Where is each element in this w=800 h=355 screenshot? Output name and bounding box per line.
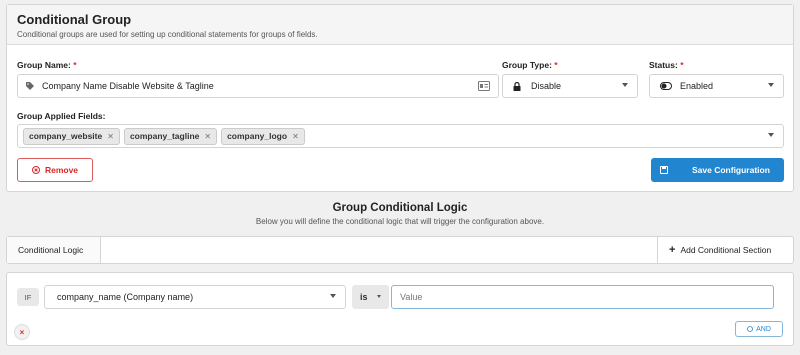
chevron-down-icon — [768, 83, 774, 87]
required-mark: * — [73, 60, 77, 70]
conditional-group-panel: Conditional Group Conditional groups are… — [6, 4, 794, 192]
group-name-value: Company Name Disable Website & Tagline — [42, 81, 214, 91]
id-card-icon — [478, 81, 490, 91]
applied-fields-multiselect[interactable]: company_website ✕ company_tagline ✕ compan… — [17, 124, 784, 148]
logic-title: Group Conditional Logic — [332, 202, 468, 214]
plus-icon: + — [669, 244, 676, 256]
remove-circle-icon — [31, 166, 40, 174]
remove-chip-icon[interactable]: ✕ — [292, 132, 299, 141]
required-mark: * — [554, 60, 558, 70]
required-mark: * — [680, 60, 684, 70]
field-chip: company_logo ✕ — [221, 127, 305, 145]
logic-description: Below you will define the conditional lo… — [255, 217, 545, 226]
chevron-down-icon — [768, 133, 774, 137]
chevron-down-icon — [330, 294, 336, 298]
tag-icon — [26, 82, 34, 90]
condition-value-input[interactable] — [391, 285, 774, 309]
group-name-input[interactable]: Company Name Disable Website & Tagline — [17, 74, 499, 98]
remove-condition-button[interactable]: × — [14, 324, 30, 340]
condition-operator-select[interactable]: is — [352, 285, 389, 309]
remove-chip-icon[interactable]: ✕ — [107, 132, 114, 141]
remove-chip-icon[interactable]: ✕ — [204, 132, 211, 141]
condition-field-value: company_name (Company name) — [57, 292, 194, 302]
group-type-label: Group Type: * — [502, 60, 558, 70]
condition-field-select[interactable]: company_name (Company name) — [44, 285, 346, 309]
condition-block: IF company_name (Company name) is × AND — [6, 272, 794, 346]
group-type-select[interactable]: Disable — [502, 74, 638, 98]
panel-header: Conditional Group Conditional groups are… — [7, 5, 793, 45]
close-icon: × — [19, 327, 25, 337]
tab-conditional-logic[interactable]: Conditional Logic — [7, 237, 101, 263]
panel-title: Conditional Group — [17, 12, 132, 27]
logic-tab-bar: Conditional Logic + Add Conditional Sect… — [6, 236, 794, 264]
save-icon — [660, 166, 668, 174]
field-chip: company_tagline ✕ — [123, 127, 218, 145]
group-type-value: Disable — [531, 81, 562, 91]
group-name-label: Group Name: * — [17, 60, 77, 70]
status-label: Status: * — [649, 60, 684, 70]
applied-fields-label: Group Applied Fields: — [17, 111, 106, 121]
remove-button[interactable]: Remove — [17, 158, 93, 182]
chevron-down-icon — [622, 83, 628, 87]
field-chip: company_website ✕ — [23, 127, 120, 145]
panel-description: Conditional groups are used for setting … — [17, 30, 318, 39]
status-select[interactable]: Enabled — [649, 74, 784, 98]
status-value: Enabled — [680, 81, 714, 91]
if-label: IF — [17, 288, 39, 306]
add-conditional-section-button[interactable]: + Add Conditional Section — [657, 237, 793, 263]
toggle-on-icon — [660, 82, 672, 90]
lock-icon — [513, 81, 521, 91]
and-button[interactable]: AND — [735, 321, 783, 337]
chevron-down-icon — [377, 295, 381, 298]
save-configuration-button[interactable]: Save Configuration — [651, 158, 784, 182]
plus-circle-icon — [747, 326, 754, 332]
